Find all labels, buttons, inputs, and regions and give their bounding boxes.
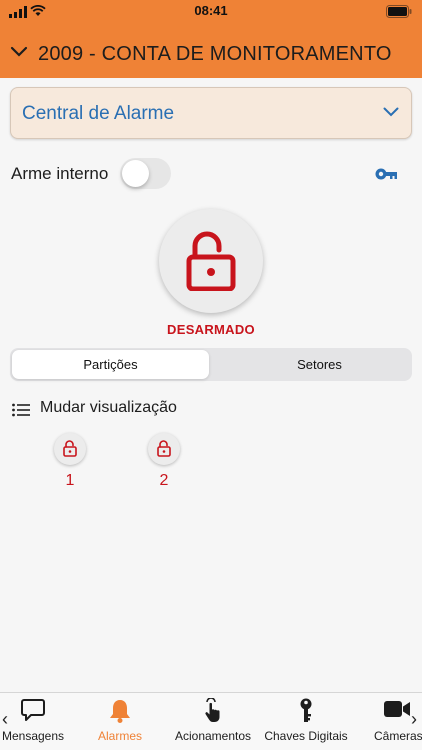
chevron-down-icon xyxy=(383,107,399,117)
status-bar: 08:41 xyxy=(0,0,422,24)
central-select-value: Central de Alarme xyxy=(22,103,175,124)
tab-label: Mensagens xyxy=(1,729,65,743)
unlocked-padlock-icon xyxy=(157,440,171,457)
arme-interno-toggle[interactable] xyxy=(120,158,171,189)
central-select[interactable]: Central de Alarme xyxy=(10,87,412,139)
bottom-tab-bar: ‹ Mensagens Alarmes Acionamentos Chaves … xyxy=(0,692,422,750)
tab-label: Câmeras xyxy=(374,729,422,743)
tab-acionamentos[interactable]: Acionamentos xyxy=(170,693,256,750)
unlocked-padlock-icon xyxy=(186,231,236,291)
view-segmented-control: Partições Setores xyxy=(10,348,412,381)
partition-number: 2 xyxy=(159,472,169,489)
arme-interno-label: Arme interno xyxy=(11,164,109,183)
tab-mensagens[interactable]: Mensagens xyxy=(0,693,66,750)
account-header[interactable]: 2009 - CONTA DE MONITORAMENTO xyxy=(0,36,422,74)
key-icon xyxy=(300,698,312,722)
alarm-state-text: DESARMADO xyxy=(167,322,255,337)
tabbar-next-arrow[interactable]: › xyxy=(411,709,417,730)
tab-label: Alarmes xyxy=(97,729,142,743)
partition-number: 1 xyxy=(65,472,75,489)
tab-alarmes[interactable]: Alarmes xyxy=(88,693,152,750)
chat-bubble-icon xyxy=(21,699,45,721)
partition-item[interactable]: 2 xyxy=(148,433,180,490)
segment-setores[interactable]: Setores xyxy=(221,350,418,379)
tab-label: Acionamentos xyxy=(174,729,252,743)
segment-particoes[interactable]: Partições xyxy=(12,350,209,379)
bell-icon xyxy=(110,700,130,723)
partition-lock-button[interactable] xyxy=(148,433,180,465)
toggle-knob xyxy=(122,160,149,187)
account-title: 2009 - CONTA DE MONITORAMENTO xyxy=(38,43,392,65)
video-camera-icon xyxy=(384,701,410,717)
touch-hand-icon xyxy=(205,698,220,722)
key-icon[interactable] xyxy=(373,164,401,184)
change-view-label: Mudar visualização xyxy=(40,399,177,416)
partition-item[interactable]: 1 xyxy=(54,433,86,490)
arm-disarm-button[interactable] xyxy=(159,209,263,313)
status-time: 08:41 xyxy=(194,3,228,18)
tab-chaves-digitais[interactable]: Chaves Digitais xyxy=(260,693,352,750)
list-icon xyxy=(12,403,30,417)
partition-lock-button[interactable] xyxy=(54,433,86,465)
battery-icon xyxy=(386,5,412,18)
chevron-down-icon[interactable] xyxy=(10,46,28,58)
tab-label: Chaves Digitais xyxy=(264,729,348,743)
app-header: 08:41 2009 - CONTA DE MONITORAMENTO xyxy=(0,0,422,78)
unlocked-padlock-icon xyxy=(63,440,77,457)
